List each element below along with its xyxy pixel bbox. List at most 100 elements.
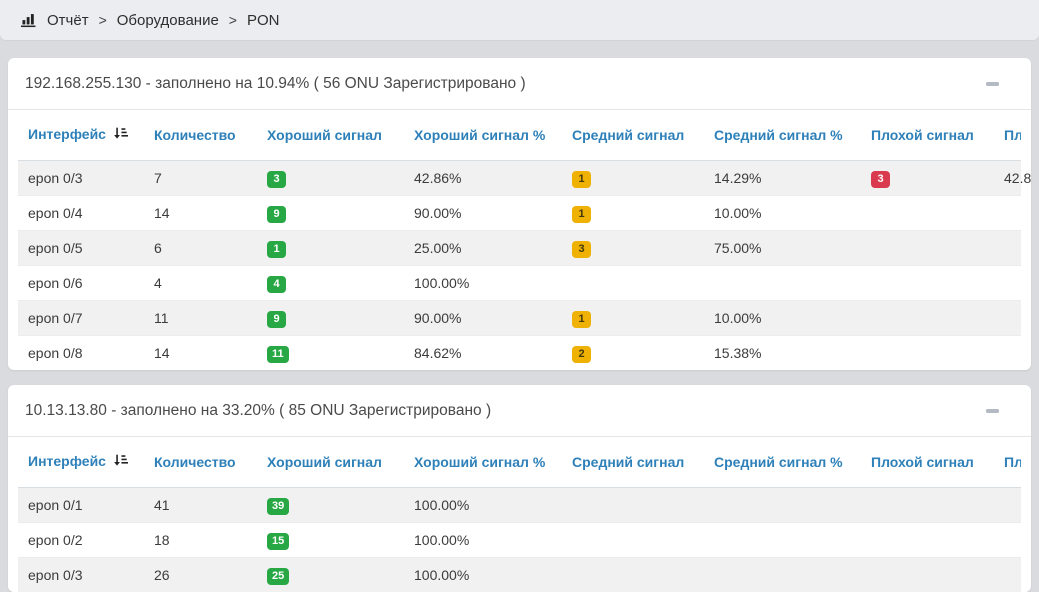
panel-olt-192-168-255-130: 192.168.255.130 - заполнено на 10.94% ( … — [8, 58, 1031, 370]
collapse-button[interactable] — [980, 403, 1005, 419]
column-header-interface[interactable]: Интерфейс — [18, 437, 144, 488]
cell-bad-signal — [861, 231, 994, 266]
badge-good-signal: 9 — [267, 206, 286, 223]
cell-good-signal: 4 — [257, 266, 404, 301]
badge-good-signal: 3 — [267, 171, 286, 188]
cell-bad-signal-pct — [994, 231, 1021, 266]
column-header-label: Хороший сигнал — [267, 127, 382, 143]
badge-mid-signal: 2 — [572, 346, 591, 363]
column-header-label: Хороший сигнал — [267, 454, 382, 470]
cell-interface: epon 0/3 — [18, 161, 144, 196]
cell-count: 14 — [144, 196, 257, 231]
cell-good-signal-pct: 100.00% — [404, 266, 562, 301]
column-header-mid-signal[interactable]: Средний сигнал — [562, 437, 704, 488]
column-header-good-signal[interactable]: Хороший сигнал — [257, 437, 404, 488]
cell-mid-signal-pct: 15.38% — [704, 336, 861, 371]
column-header-mid-signal[interactable]: Средний сигнал — [562, 110, 704, 161]
signal-table: Интерфейс Количество Хороший сигнал Хороший… — [18, 110, 1021, 370]
badge-mid-signal: 1 — [572, 171, 591, 188]
cell-mid-signal: 1 — [562, 161, 704, 196]
cell-interface: epon 0/3 — [18, 558, 144, 592]
cell-good-signal-pct: 90.00% — [404, 196, 562, 231]
column-header-label: Хороший сигнал % — [414, 127, 545, 143]
badge-mid-signal: 1 — [572, 311, 591, 328]
column-header-count[interactable]: Количество — [144, 110, 257, 161]
sort-amount-asc-icon — [113, 453, 128, 471]
cell-good-signal: 25 — [257, 558, 404, 592]
table-row: epon 0/37342.86%114.29%342.86% — [18, 161, 1021, 196]
column-header-mid-signal-pct[interactable]: Средний сигнал % — [704, 110, 861, 161]
cell-bad-signal-pct — [994, 301, 1021, 336]
cell-mid-signal — [562, 558, 704, 592]
cell-bad-signal: 3 — [861, 161, 994, 196]
cell-good-signal: 11 — [257, 336, 404, 371]
cell-count: 7 — [144, 161, 257, 196]
cell-good-signal-pct: 25.00% — [404, 231, 562, 266]
column-header-label: Плохой сигнал % — [1004, 127, 1021, 143]
badge-bad-signal: 3 — [871, 171, 890, 188]
column-header-mid-signal-pct[interactable]: Средний сигнал % — [704, 437, 861, 488]
column-header-label: Количество — [154, 127, 236, 143]
cell-interface: epon 0/5 — [18, 231, 144, 266]
cell-mid-signal-pct — [704, 558, 861, 592]
cell-mid-signal: 1 — [562, 301, 704, 336]
cell-mid-signal-pct — [704, 488, 861, 523]
column-header-bad-signal[interactable]: Плохой сигнал — [861, 437, 994, 488]
breadcrumb-item[interactable]: Отчёт — [47, 12, 89, 29]
table-row: epon 0/414990.00%110.00% — [18, 196, 1021, 231]
badge-good-signal: 15 — [267, 533, 289, 550]
table-header-row: ИнтерфейсКоличество Хороший сигнал Хороший… — [18, 437, 1021, 488]
panel-title: 192.168.255.130 - заполнено на 10.94% ( … — [25, 75, 526, 93]
cell-mid-signal — [562, 523, 704, 558]
cell-mid-signal-pct: 14.29% — [704, 161, 861, 196]
column-header-good-signal-pct[interactable]: Хороший сигнал % — [404, 437, 562, 488]
column-header-good-signal[interactable]: Хороший сигнал — [257, 110, 404, 161]
breadcrumb-item[interactable]: Оборудование — [117, 12, 219, 29]
cell-interface: epon 0/8 — [18, 336, 144, 371]
column-header-bad-signal-pct[interactable]: Плохой сигнал % — [994, 437, 1021, 488]
bar-chart-icon — [20, 12, 37, 28]
table-row: epon 0/14139100.00% — [18, 488, 1021, 523]
badge-mid-signal: 3 — [572, 241, 591, 258]
cell-count: 18 — [144, 523, 257, 558]
breadcrumb: Отчёт>Оборудование>PON — [0, 0, 1039, 40]
badge-mid-signal: 1 — [572, 206, 591, 223]
cell-bad-signal-pct — [994, 523, 1021, 558]
column-header-label: Интерфейс — [28, 126, 106, 142]
cell-good-signal: 9 — [257, 196, 404, 231]
badge-good-signal: 11 — [267, 346, 289, 363]
sort-amount-asc-icon — [113, 126, 128, 144]
cell-mid-signal: 3 — [562, 231, 704, 266]
page: Отчёт>Оборудование>PON 192.168.255.130 -… — [0, 0, 1039, 592]
collapse-button[interactable] — [980, 76, 1005, 92]
column-header-label: Плохой сигнал % — [1004, 454, 1021, 470]
breadcrumb-items: Отчёт>Оборудование>PON — [47, 12, 280, 29]
table-row: epon 0/8141184.62%215.38% — [18, 336, 1021, 371]
cell-count: 6 — [144, 231, 257, 266]
cell-bad-signal — [861, 301, 994, 336]
badge-good-signal: 1 — [267, 241, 286, 258]
cell-good-signal-pct: 84.62% — [404, 336, 562, 371]
column-header-label: Средний сигнал — [572, 454, 684, 470]
column-header-bad-signal[interactable]: Плохой сигнал — [861, 110, 994, 161]
column-header-label: Плохой сигнал — [871, 127, 974, 143]
badge-good-signal: 25 — [267, 568, 289, 585]
column-header-count[interactable]: Количество — [144, 437, 257, 488]
cell-count: 4 — [144, 266, 257, 301]
cell-mid-signal-pct — [704, 266, 861, 301]
badge-good-signal: 9 — [267, 311, 286, 328]
table-row: epon 0/21815100.00% — [18, 523, 1021, 558]
cell-bad-signal-pct — [994, 196, 1021, 231]
panel-header: 192.168.255.130 - заполнено на 10.94% ( … — [8, 58, 1031, 110]
column-header-good-signal-pct[interactable]: Хороший сигнал % — [404, 110, 562, 161]
panel-header: 10.13.13.80 - заполнено на 33.20% ( 85 O… — [8, 385, 1031, 437]
table-row: epon 0/711990.00%110.00% — [18, 301, 1021, 336]
cell-good-signal: 3 — [257, 161, 404, 196]
breadcrumb-item[interactable]: PON — [247, 12, 280, 29]
cell-bad-signal — [861, 196, 994, 231]
column-header-bad-signal-pct[interactable]: Плохой сигнал % — [994, 110, 1021, 161]
column-header-interface[interactable]: Интерфейс — [18, 110, 144, 161]
cell-bad-signal — [861, 336, 994, 371]
minus-icon — [986, 409, 999, 413]
cell-interface: epon 0/4 — [18, 196, 144, 231]
